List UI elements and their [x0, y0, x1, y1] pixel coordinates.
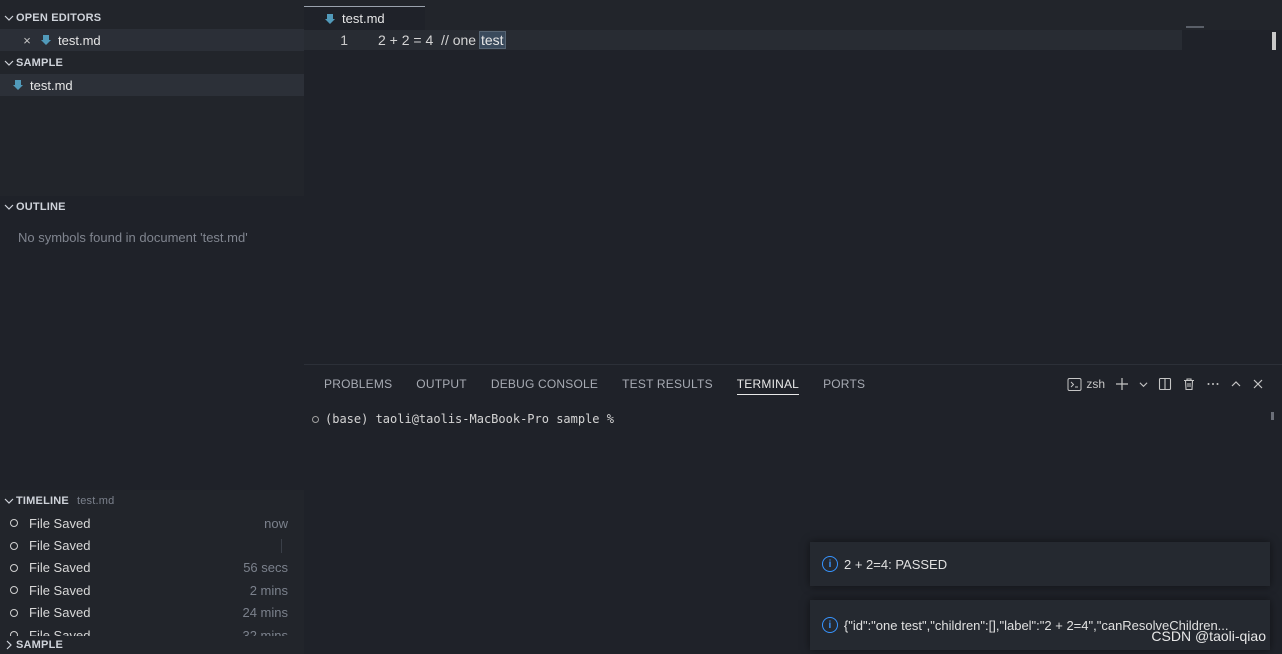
sample-folder-header[interactable]: SAMPLE: [0, 52, 304, 74]
open-editor-filename: test.md: [58, 32, 101, 48]
watermark: CSDN @taoli-qiao: [1151, 628, 1266, 644]
notification-toast[interactable]: i 2 + 2=4: PASSED: [810, 542, 1270, 586]
tab-terminal[interactable]: TERMINAL: [736, 365, 800, 403]
open-editor-item[interactable]: × test.md: [0, 29, 304, 51]
more-actions-button[interactable]: [1206, 377, 1220, 391]
open-editors-section: OPEN EDITORS × test.md: [0, 7, 304, 51]
editor-tab-bar: test.md: [304, 0, 1282, 30]
terminal-scrollbar[interactable]: [1271, 412, 1274, 420]
chevron-down-icon: [2, 58, 16, 68]
close-panel-button[interactable]: [1252, 378, 1264, 390]
file-tree-filename: test.md: [30, 77, 73, 93]
info-icon: i: [822, 556, 838, 572]
timeline-subtitle: test.md: [76, 495, 115, 507]
code-text[interactable]: 2 + 2 = 4 // one test: [378, 31, 506, 49]
info-icon: i: [822, 617, 838, 633]
outline-section: OUTLINE No symbols found in document 'te…: [0, 196, 304, 490]
sample-folder-title: SAMPLE: [16, 57, 64, 69]
line-number: 1: [340, 32, 348, 48]
divider: [281, 538, 282, 553]
timeline-item[interactable]: File Saved: [0, 534, 304, 556]
sample-folder-section: SAMPLE test.md: [0, 52, 304, 196]
tab-problems[interactable]: PROBLEMS: [324, 365, 392, 403]
outline-header[interactable]: OUTLINE: [0, 196, 304, 218]
timeline-item-time: 56 secs: [243, 560, 288, 576]
plus-icon: [1116, 378, 1128, 390]
timeline-header[interactable]: TIMELINE test.md: [0, 490, 304, 512]
sample-collapsed-title: SAMPLE: [16, 639, 64, 651]
markdown-file-icon: [41, 35, 51, 45]
chevron-down-icon: [2, 13, 16, 23]
trash-icon: [1184, 378, 1194, 391]
command-decoration-icon: [312, 415, 319, 423]
panel-actions: zsh: [1067, 365, 1264, 403]
terminal-prompt: (base) taoli@taolis-MacBook-Pro sample %: [325, 412, 614, 426]
code-prefix: 2 + 2 = 4 // one: [378, 32, 480, 48]
timeline-item-label: File Saved: [29, 560, 91, 576]
timeline-section: TIMELINE test.md File Saved now File Sav…: [0, 490, 304, 643]
circle-icon: [10, 586, 18, 595]
circle-icon: [10, 563, 18, 572]
minimap[interactable]: [1186, 26, 1204, 28]
terminal-output[interactable]: (base) taoli@taolis-MacBook-Pro sample %: [312, 412, 614, 426]
notification-text: 2 + 2=4: PASSED: [844, 556, 948, 572]
markdown-file-icon: [325, 13, 335, 24]
circle-icon: [10, 519, 18, 528]
ellipsis-icon: [1207, 383, 1219, 385]
chevron-up-icon: [1231, 381, 1241, 387]
timeline-title: TIMELINE: [16, 495, 69, 507]
tab-test-results[interactable]: TEST RESULTS: [622, 365, 713, 403]
sample-collapsed-header[interactable]: SAMPLE: [0, 636, 304, 654]
timeline-item-label: File Saved: [29, 538, 91, 554]
explorer-sidebar: OPEN EDITORS × test.md SAMPLE test.md OU…: [0, 0, 304, 654]
timeline-item-time: 2 mins: [249, 582, 288, 598]
maximize-panel-button[interactable]: [1230, 378, 1242, 390]
tab-output[interactable]: OUTPUT: [416, 365, 467, 403]
timeline-item-label: File Saved: [29, 515, 91, 531]
close-icon: [1253, 379, 1263, 389]
timeline-item-label: File Saved: [29, 605, 91, 621]
new-terminal-button[interactable]: [1115, 377, 1129, 391]
open-editors-header[interactable]: OPEN EDITORS: [0, 7, 304, 29]
circle-icon: [10, 608, 18, 617]
close-icon[interactable]: ×: [20, 33, 34, 48]
kill-terminal-button[interactable]: [1182, 377, 1196, 391]
code-line[interactable]: 1 2 + 2 = 4 // one test: [304, 30, 1182, 50]
tab-ports[interactable]: PORTS: [823, 365, 865, 403]
editor-scrollbar[interactable]: [1272, 32, 1276, 50]
terminal-dropdown-button[interactable]: [1139, 380, 1148, 389]
terminal-shell-selector[interactable]: zsh: [1067, 377, 1105, 392]
open-editors-title: OPEN EDITORS: [16, 12, 102, 24]
outline-title: OUTLINE: [16, 201, 66, 213]
timeline-item[interactable]: File Saved 24 mins: [0, 602, 304, 624]
editor-area: test.md 1 2 + 2 = 4 // one test: [304, 0, 1282, 364]
split-icon: [1158, 377, 1172, 391]
timeline-item-time: 24 mins: [242, 605, 288, 621]
timeline-item[interactable]: File Saved 2 mins: [0, 579, 304, 601]
chevron-down-icon: [2, 496, 16, 506]
editor-tab[interactable]: test.md: [304, 6, 425, 30]
shell-name: zsh: [1086, 377, 1105, 391]
timeline-item[interactable]: File Saved now: [0, 512, 304, 534]
sample-collapsed-section: SAMPLE: [0, 636, 304, 654]
tab-debug-console[interactable]: DEBUG CONSOLE: [491, 365, 598, 403]
editor-tab-label: test.md: [342, 11, 385, 26]
split-terminal-button[interactable]: [1158, 377, 1172, 391]
timeline-item[interactable]: File Saved 56 secs: [0, 557, 304, 579]
outline-empty-message: No symbols found in document 'test.md': [18, 230, 248, 245]
timeline-item-time: now: [264, 515, 288, 531]
chevron-down-icon: [1139, 381, 1148, 387]
circle-icon: [10, 541, 18, 550]
chevron-down-icon: [2, 202, 16, 212]
terminal-icon: [1067, 377, 1082, 391]
timeline-item-label: File Saved: [29, 582, 91, 598]
file-tree-item[interactable]: test.md: [0, 74, 304, 96]
markdown-file-icon: [13, 80, 23, 90]
search-highlight: test: [478, 31, 506, 49]
chevron-right-icon: [2, 640, 16, 650]
